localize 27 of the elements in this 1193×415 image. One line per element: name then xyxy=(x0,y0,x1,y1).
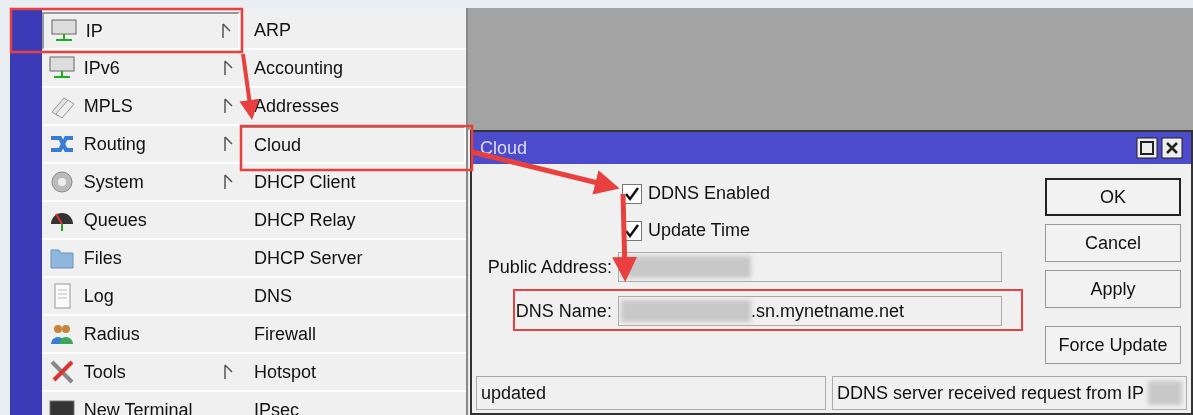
dialog-button[interactable]: Cancel xyxy=(1045,224,1181,262)
text-field[interactable] xyxy=(617,252,1002,282)
maximize-icon[interactable] xyxy=(1136,137,1158,159)
submenu-item[interactable]: DHCP Relay xyxy=(239,202,466,240)
dialog-button[interactable]: Force Update xyxy=(1045,326,1181,364)
window-title: Cloud xyxy=(479,136,527,160)
status-field: updated xyxy=(475,376,826,410)
close-icon[interactable] xyxy=(1161,137,1183,159)
submenu-item[interactable]: DHCP Server xyxy=(239,240,466,278)
submenu-item[interactable]: ARP xyxy=(239,12,466,50)
submenu-item[interactable]: DNS xyxy=(239,278,466,316)
field-label: Public Address: xyxy=(486,255,613,279)
submenu-item[interactable]: Cloud xyxy=(239,126,466,164)
dialog-button[interactable]: Apply xyxy=(1045,270,1181,308)
text-field[interactable]: .sn.mynetname.net xyxy=(617,296,1002,326)
status-field: DDNS server received request from IP xyxy=(831,376,1187,410)
checkbox-label: DDNS Enabled xyxy=(647,182,770,205)
field-label: DNS Name: xyxy=(514,299,613,323)
checkbox-label: Update Time xyxy=(647,219,750,242)
submenu-item[interactable]: Hotspot xyxy=(239,354,466,392)
submenu-item[interactable]: Firewall xyxy=(239,316,466,354)
submenu-item[interactable]: Accounting xyxy=(239,50,466,88)
submenu-item[interactable]: DHCP Client xyxy=(239,164,466,202)
checkbox[interactable] xyxy=(621,183,642,204)
menu-item[interactable]: IP xyxy=(41,12,240,50)
submenu-item[interactable]: IPsec xyxy=(239,392,466,415)
dialog-button[interactable]: OK xyxy=(1045,178,1181,216)
